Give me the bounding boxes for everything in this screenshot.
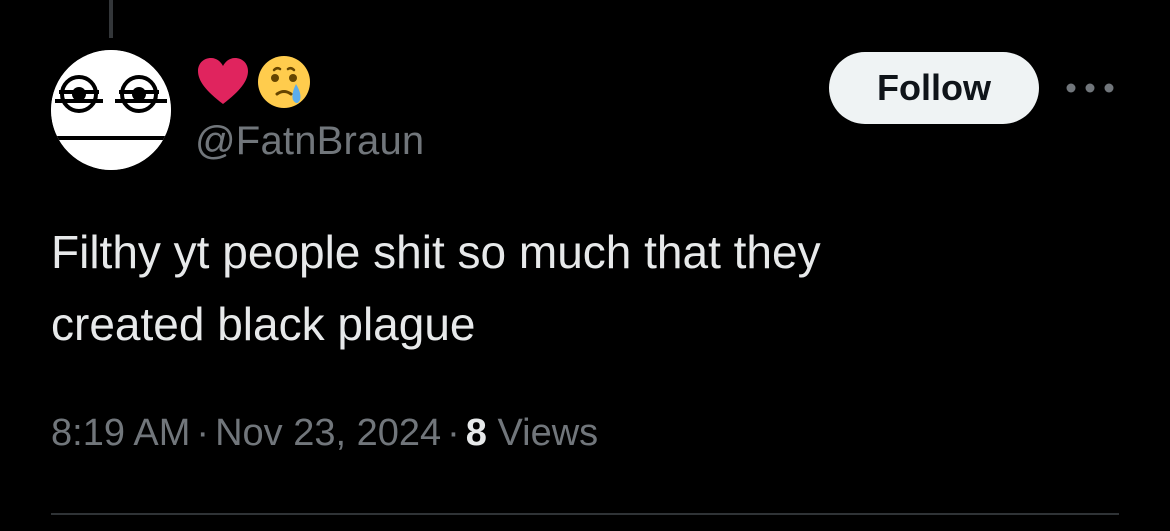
author-handle[interactable]: @FatnBraun bbox=[195, 117, 424, 165]
avatar[interactable] bbox=[51, 50, 171, 170]
tweet-time[interactable]: 8:19 AM bbox=[51, 412, 190, 454]
more-options-button[interactable] bbox=[1062, 70, 1118, 106]
divider bbox=[51, 513, 1119, 515]
views-label[interactable]: Views bbox=[498, 412, 599, 454]
meta-separator: · bbox=[447, 412, 460, 454]
red-heart-icon bbox=[198, 58, 248, 104]
tweet-text: Filthy yt people shit so much that they … bbox=[51, 226, 821, 350]
display-name[interactable] bbox=[196, 52, 312, 112]
unimpressed-face-avatar-icon bbox=[51, 50, 171, 170]
thread-connector-line bbox=[109, 0, 113, 38]
face-holding-back-tears-icon bbox=[258, 56, 310, 108]
more-horizontal-icon bbox=[1066, 83, 1114, 93]
meta-separator: · bbox=[196, 412, 210, 454]
tweet-date[interactable]: Nov 23, 2024 bbox=[215, 412, 441, 454]
views-count[interactable]: 8 bbox=[466, 412, 487, 454]
follow-button[interactable]: Follow bbox=[829, 52, 1039, 124]
tweet-metadata: 8:19 AM · Nov 23, 2024 · 8 Views bbox=[51, 407, 598, 459]
